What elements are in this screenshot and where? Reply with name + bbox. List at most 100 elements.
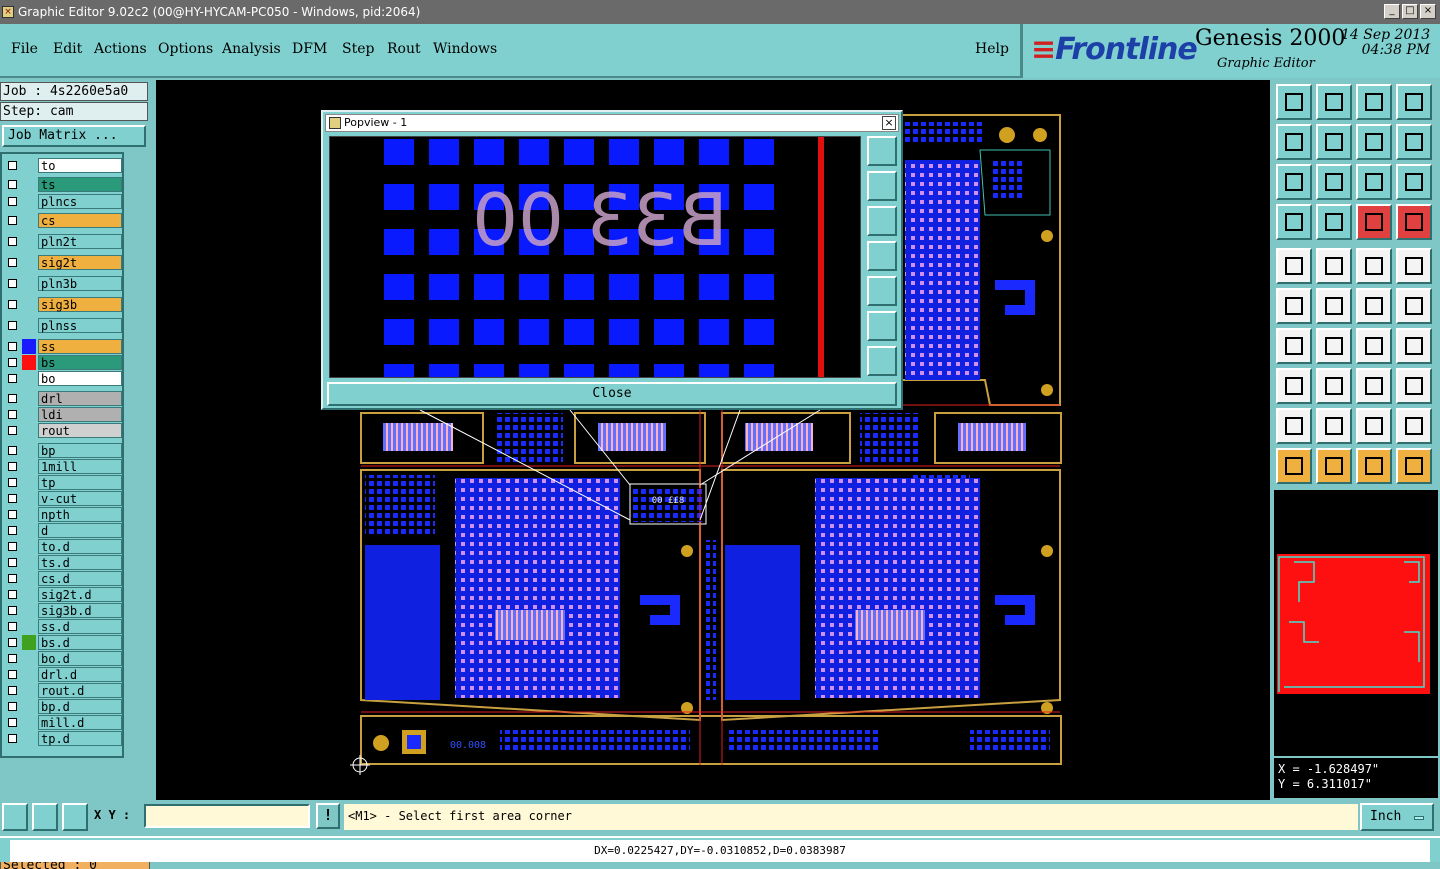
popview-close-icon[interactable]: × (882, 116, 896, 130)
layer-checkbox[interactable] (8, 216, 17, 225)
layer-row[interactable]: d (4, 523, 122, 538)
layer-row[interactable]: drl.d (4, 667, 122, 682)
popview-right-icon[interactable] (867, 276, 897, 306)
xy-input[interactable] (144, 804, 310, 828)
layer-checkbox[interactable] (8, 462, 17, 471)
layer-name[interactable]: npth (38, 507, 122, 522)
layer-name[interactable]: ts.d (38, 555, 122, 570)
layer-name[interactable]: 1mill (38, 459, 122, 474)
layer-checkbox[interactable] (8, 622, 17, 631)
curve-icon[interactable] (1356, 328, 1392, 364)
select-icon[interactable] (1276, 448, 1312, 484)
layer-row[interactable]: sig2t (4, 255, 122, 270)
redraw-icon[interactable] (1396, 124, 1432, 160)
layer-row[interactable]: mill.d (4, 715, 122, 730)
layer-checkbox[interactable] (8, 358, 17, 367)
center-box-icon[interactable] (1356, 368, 1392, 404)
pan-left-icon[interactable] (1276, 124, 1312, 160)
circle-icon[interactable] (1396, 248, 1432, 284)
layer-name[interactable]: ss.d (38, 619, 122, 634)
job-matrix-button[interactable]: Job Matrix ... (2, 125, 146, 147)
layer-row[interactable]: ss (4, 339, 122, 354)
layer-row[interactable]: pln2t (4, 234, 122, 249)
layer-checkbox[interactable] (8, 510, 17, 519)
layer-checkbox[interactable] (8, 321, 17, 330)
layer-row[interactable]: 1mill (4, 459, 122, 474)
layer-row[interactable]: plncs (4, 194, 122, 209)
layer-checkbox[interactable] (8, 279, 17, 288)
layer-name[interactable]: cs.d (38, 571, 122, 586)
layer-name[interactable]: plncs (38, 194, 122, 209)
minimize-button[interactable]: _ (1384, 4, 1400, 19)
layer-row[interactable]: bo (4, 371, 122, 386)
layer-name[interactable]: rout (38, 423, 122, 438)
arc-icon[interactable] (1356, 288, 1392, 324)
layer-row[interactable]: to.d (4, 539, 122, 554)
layer-row[interactable]: cs.d (4, 571, 122, 586)
layer-checkbox[interactable] (8, 542, 17, 551)
popview-up-icon[interactable] (867, 171, 897, 201)
layer-name[interactable]: sig3b (38, 297, 122, 312)
layer-name[interactable]: to (38, 158, 122, 173)
scale-1to2-icon[interactable] (1356, 164, 1392, 200)
layer-checkbox[interactable] (8, 180, 17, 189)
layer-checkbox[interactable] (8, 426, 17, 435)
popview-left-icon[interactable] (867, 241, 897, 271)
arc2-icon[interactable] (1396, 288, 1432, 324)
layer-name[interactable]: to.d (38, 539, 122, 554)
resize-icon[interactable] (1276, 368, 1312, 404)
layer-row[interactable]: rout (4, 423, 122, 438)
ff-icon[interactable] (1396, 328, 1432, 364)
layer-row[interactable]: pln3b (4, 276, 122, 291)
layer-row[interactable]: rout.d (4, 683, 122, 698)
layer-checkbox[interactable] (8, 574, 17, 583)
group-icon[interactable] (1396, 368, 1432, 404)
query-icon[interactable] (1396, 164, 1432, 200)
layer-checkbox[interactable] (8, 446, 17, 455)
layer-name[interactable]: ldi (38, 407, 122, 422)
line-icon[interactable] (1316, 248, 1352, 284)
layer-name[interactable]: bp (38, 443, 122, 458)
split-icon[interactable] (1316, 368, 1352, 404)
layer-name[interactable]: ts (38, 177, 122, 192)
layer-row[interactable]: v-cut (4, 491, 122, 506)
layer-name[interactable]: tp (38, 475, 122, 490)
menu-analysis[interactable]: Analysis (222, 41, 281, 57)
angle-mode-icon[interactable] (32, 803, 58, 831)
layer-row[interactable]: tp.d (4, 731, 122, 746)
layer-row[interactable]: bp.d (4, 699, 122, 714)
layer-row[interactable]: sig2t.d (4, 587, 122, 602)
layer-checkbox[interactable] (8, 606, 17, 615)
menu-step[interactable]: Step (342, 41, 374, 57)
layer-name[interactable]: drl.d (38, 667, 122, 682)
layer-row[interactable]: tp (4, 475, 122, 490)
layer-name[interactable]: bo (38, 371, 122, 386)
layer-checkbox[interactable] (8, 197, 17, 206)
menu-options[interactable]: Options (158, 41, 213, 57)
layer-checkbox[interactable] (8, 702, 17, 711)
menu-dfm[interactable]: DFM (292, 41, 327, 57)
slash-icon[interactable] (1316, 328, 1352, 364)
layer-row[interactable]: ldi (4, 407, 122, 422)
layer-name[interactable]: bs.d (38, 635, 122, 650)
menu-help[interactable]: Help (975, 41, 1009, 57)
layer-row[interactable]: npth (4, 507, 122, 522)
layer-row[interactable]: bs.d (4, 635, 122, 650)
zoom-window-icon[interactable] (1356, 84, 1392, 120)
popview-close-button[interactable]: Close (327, 382, 897, 406)
overview-map[interactable] (1274, 552, 1438, 756)
snap-right-icon[interactable] (1396, 204, 1432, 240)
layer-row[interactable]: sig3b.d (4, 603, 122, 618)
layer-checkbox[interactable] (8, 526, 17, 535)
zoom-home-icon[interactable] (1276, 84, 1312, 120)
layer-row[interactable]: cs (4, 213, 122, 228)
layer-checkbox[interactable] (8, 558, 17, 567)
menu-edit[interactable]: Edit (53, 41, 82, 57)
layer-name[interactable]: rout.d (38, 683, 122, 698)
menu-actions[interactable]: Actions (94, 41, 147, 57)
layer-name[interactable]: cs (38, 213, 122, 228)
snap-mode-icon[interactable] (2, 803, 28, 831)
layer-checkbox[interactable] (8, 718, 17, 727)
screen-icon[interactable] (1396, 84, 1432, 120)
layer-row[interactable]: to (4, 158, 122, 173)
